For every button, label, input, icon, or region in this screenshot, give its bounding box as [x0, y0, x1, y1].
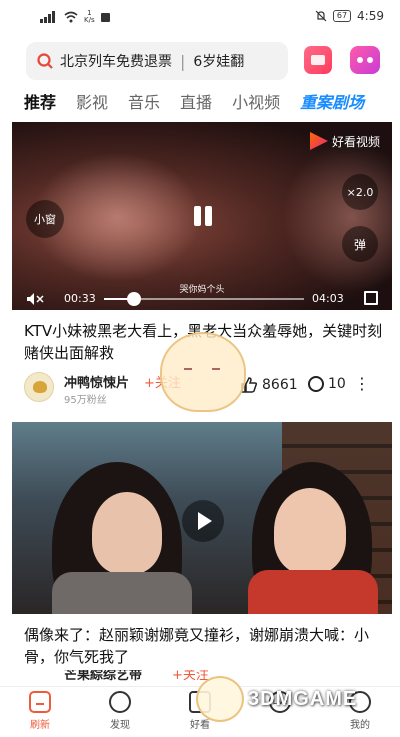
author-name[interactable]: 芒果綜综艺带 [64, 670, 142, 683]
search-separator: | [180, 51, 186, 71]
tab-crime-theater[interactable]: 重案剧场 [300, 89, 364, 113]
video-frame-blur [282, 142, 392, 292]
tab-music[interactable]: 音乐 [128, 89, 160, 113]
playback-speed-button[interactable]: ×2.0 [342, 174, 378, 210]
person-right-body [248, 570, 378, 614]
video-controls: 00:33 04:03 [12, 288, 392, 310]
person-left-body [52, 572, 192, 614]
home-icon [29, 691, 51, 713]
watermark-text: 3DMGAME [248, 687, 358, 710]
comment-icon [308, 376, 324, 392]
author-name[interactable]: 冲鸭惊悚片 [64, 372, 129, 391]
total-time: 04:03 [312, 292, 344, 305]
video-player-1[interactable]: 好看视频 小窗 ×2.0 弹 哭你妈个头 00:33 04:03 [12, 122, 392, 310]
post-title[interactable]: 偶像来了：赵丽颖谢娜竟又撞衫，谢娜崩溃大喊：小骨，你气死我了 [24, 624, 384, 668]
haokan-brand-label: 好看视频 [331, 134, 380, 149]
like-count: 8661 [262, 377, 298, 393]
wifi-icon [64, 11, 78, 23]
search-query: 北京列车免费退票 [60, 54, 172, 70]
category-tabs: 推荐 影视 音乐 直播 小视频 重案剧场 [0, 84, 400, 118]
net-speed: 1 K/s [84, 9, 95, 24]
person-right-face [274, 488, 346, 574]
watermark-mascot-icon [196, 676, 244, 722]
tab-film[interactable]: 影视 [76, 89, 108, 113]
search-icon [37, 53, 53, 69]
pause-icon[interactable] [190, 204, 216, 230]
avatar[interactable] [24, 372, 54, 402]
fullscreen-icon[interactable] [364, 291, 378, 305]
mute-bell-icon [315, 10, 327, 22]
clock: 4:59 [357, 9, 384, 23]
progress-track[interactable] [104, 292, 304, 306]
person-left-face [92, 492, 162, 574]
nav-refresh[interactable]: 刷新 [0, 687, 80, 737]
search-row: 北京列车免费退票 | 6岁娃翻 [0, 40, 400, 84]
haokan-brand: 好看视频 [309, 132, 380, 150]
haokan-logo-icon [309, 132, 328, 150]
video-player-2[interactable] [12, 422, 392, 614]
comment-button[interactable]: 10 [308, 376, 346, 392]
compass-icon [109, 691, 131, 713]
game-icon[interactable] [350, 46, 380, 74]
tab-short-video[interactable]: 小视频 [232, 89, 280, 113]
notification-icon [100, 12, 110, 22]
progress-knob[interactable] [127, 292, 141, 306]
search-input[interactable]: 北京列车免费退票 | 6岁娃翻 [26, 42, 288, 80]
tab-live[interactable]: 直播 [180, 89, 212, 113]
comment-count: 10 [328, 376, 346, 392]
watermark: 3DMGAME [196, 676, 357, 722]
search-suggestion: 6岁娃翻 [193, 54, 245, 70]
nav-discover[interactable]: 发现 [80, 687, 160, 737]
battery-indicator: 67 [332, 10, 352, 22]
mascot-sticker [160, 332, 246, 412]
mute-icon[interactable] [26, 292, 44, 306]
more-options-icon[interactable]: ⋮ [354, 376, 370, 392]
nav-label: 发现 [110, 720, 130, 731]
small-window-button[interactable]: 小窗 [26, 200, 64, 238]
nav-label: 刷新 [30, 720, 50, 731]
status-bar: 1 K/s 67 4:59 [0, 0, 400, 36]
signal-icon [40, 11, 55, 23]
current-time: 00:33 [64, 292, 96, 305]
fan-count: 95万粉丝 [64, 395, 107, 406]
wallet-icon[interactable] [304, 46, 332, 74]
play-icon[interactable] [182, 500, 224, 542]
like-button[interactable]: 8661 [240, 376, 298, 394]
danmu-button[interactable]: 弹 [342, 226, 378, 262]
tab-recommend[interactable]: 推荐 [24, 89, 56, 113]
